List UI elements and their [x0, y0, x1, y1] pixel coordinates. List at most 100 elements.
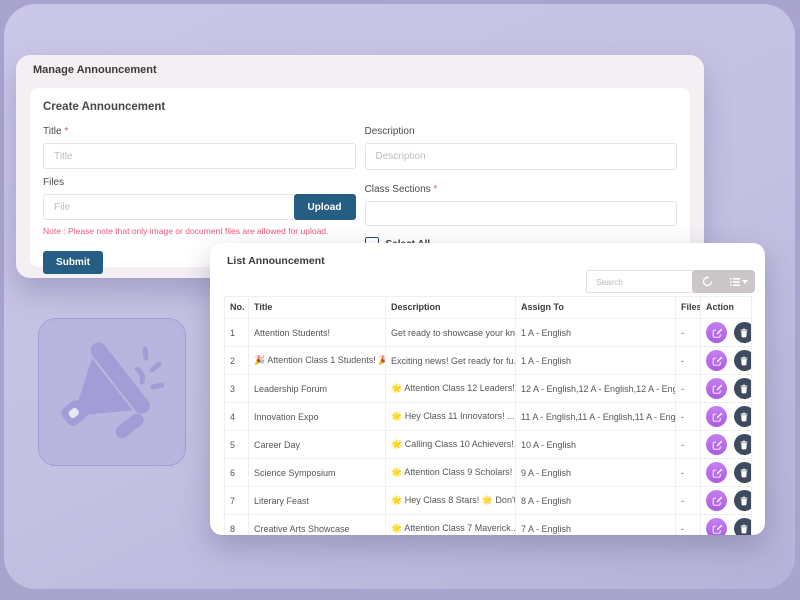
upload-button[interactable]: Upload: [294, 194, 356, 220]
list-announcement-card: List Announcement: [210, 243, 765, 535]
table-row: 4 Innovation Expo 🌟 Hey Class 11 Innovat…: [225, 403, 752, 431]
cell-description: 🌟 Hey Class 8 Stars! 🌟 Don't...: [386, 487, 516, 515]
cell-action: [701, 347, 752, 375]
cell-files: -: [676, 487, 701, 515]
column-header-title: Title: [249, 297, 386, 319]
class-sections-input[interactable]: [365, 201, 678, 226]
cell-description: 🌟 Hey Class 11 Innovators! ...: [386, 403, 516, 431]
delete-button[interactable]: [734, 434, 752, 455]
cell-assign-to: 10 A - English: [516, 431, 676, 459]
edit-pencil-icon: [712, 356, 722, 366]
columns-dropdown-button[interactable]: [724, 270, 756, 293]
required-asterisk: *: [433, 184, 437, 195]
list-card-title: List Announcement: [227, 255, 325, 267]
delete-button[interactable]: [734, 322, 752, 343]
cell-description: Exciting news! Get ready for fu...: [386, 347, 516, 375]
table-row: 3 Leadership Forum 🌟 Attention Class 12 …: [225, 375, 752, 403]
cell-description: Get ready to showcase your kn...: [386, 319, 516, 347]
cell-title: Science Symposium: [249, 459, 386, 487]
column-header-assign-to: Assign To: [516, 297, 676, 319]
trash-icon: [739, 440, 749, 450]
table-row: 5 Career Day 🌟 Calling Class 10 Achiever…: [225, 431, 752, 459]
columns-icon: [730, 277, 740, 287]
trash-icon: [739, 328, 749, 338]
delete-button[interactable]: [734, 518, 752, 535]
file-input[interactable]: [43, 194, 294, 220]
edit-button[interactable]: [706, 406, 727, 427]
table-row: 1 Attention Students! Get ready to showc…: [225, 319, 752, 347]
cell-description: 🌟 Attention Class 12 Leaders!...: [386, 375, 516, 403]
create-announcement-form: Create Announcement Title * Files: [30, 88, 690, 267]
cell-files: -: [676, 319, 701, 347]
trash-icon: [739, 384, 749, 394]
cell-files: -: [676, 431, 701, 459]
edit-button[interactable]: [706, 490, 727, 511]
edit-pencil-icon: [712, 524, 722, 534]
trash-icon: [739, 412, 749, 422]
cell-action: [701, 403, 752, 431]
cell-files: -: [676, 347, 701, 375]
table-header-row: No. Title Description Assign To Files Ac…: [225, 297, 752, 319]
cell-action: [701, 375, 752, 403]
column-header-files: Files: [676, 297, 701, 319]
required-asterisk: *: [64, 126, 68, 137]
edit-button[interactable]: [706, 434, 727, 455]
edit-button[interactable]: [706, 322, 727, 343]
cell-no: 5: [225, 431, 249, 459]
cell-action: [701, 487, 752, 515]
cell-files: -: [676, 515, 701, 536]
trash-icon: [739, 356, 749, 366]
submit-button[interactable]: Submit: [43, 251, 103, 274]
cell-description: 🌟 Calling Class 10 Achievers! ...: [386, 431, 516, 459]
cell-assign-to: 7 A - English: [516, 515, 676, 536]
cell-no: 7: [225, 487, 249, 515]
table-toolbar: [692, 270, 755, 293]
cell-title: Literary Feast: [249, 487, 386, 515]
cell-files: -: [676, 403, 701, 431]
cell-description: 🌟 Attention Class 7 Maverick...: [386, 515, 516, 536]
cell-title: Innovation Expo: [249, 403, 386, 431]
trash-icon: [739, 524, 749, 534]
edit-button[interactable]: [706, 350, 727, 371]
cell-assign-to: 1 A - English: [516, 319, 676, 347]
delete-button[interactable]: [734, 462, 752, 483]
delete-button[interactable]: [734, 350, 752, 371]
refresh-button[interactable]: [692, 270, 724, 293]
edit-button[interactable]: [706, 378, 727, 399]
cell-no: 2: [225, 347, 249, 375]
manage-card-title: Manage Announcement: [16, 55, 704, 76]
search-input[interactable]: [586, 270, 698, 293]
table-row: 6 Science Symposium 🌟 Attention Class 9 …: [225, 459, 752, 487]
delete-button[interactable]: [734, 378, 752, 399]
cell-assign-to: 9 A - English: [516, 459, 676, 487]
cell-title: Creative Arts Showcase: [249, 515, 386, 536]
cell-title: Career Day: [249, 431, 386, 459]
description-input[interactable]: [365, 143, 678, 170]
cell-no: 6: [225, 459, 249, 487]
edit-pencil-icon: [712, 468, 722, 478]
cell-assign-to: 12 A - English,12 A - English,12 A - Eng…: [516, 375, 676, 403]
cell-no: 4: [225, 403, 249, 431]
cell-action: [701, 515, 752, 536]
edit-button[interactable]: [706, 518, 727, 535]
column-header-no: No.: [225, 297, 249, 319]
column-header-action: Action: [701, 297, 752, 319]
cell-action: [701, 431, 752, 459]
cell-assign-to: 8 A - English: [516, 487, 676, 515]
description-label: Description: [365, 126, 678, 137]
announcement-table-body: 1 Attention Students! Get ready to showc…: [225, 319, 752, 536]
cell-files: -: [676, 375, 701, 403]
cell-title: Attention Students!: [249, 319, 386, 347]
delete-button[interactable]: [734, 406, 752, 427]
class-sections-label: Class Sections *: [365, 184, 678, 195]
cell-assign-to: 1 A - English: [516, 347, 676, 375]
edit-button[interactable]: [706, 462, 727, 483]
cell-title: 🎉 Attention Class 1 Students! 🎉: [249, 347, 386, 375]
upload-note: Note : Please note that only image or do…: [43, 226, 356, 236]
delete-button[interactable]: [734, 490, 752, 511]
refresh-icon: [702, 276, 713, 287]
page-background: Manage Announcement Create Announcement …: [0, 0, 800, 600]
table-row: 2 🎉 Attention Class 1 Students! 🎉 Exciti…: [225, 347, 752, 375]
trash-icon: [739, 496, 749, 506]
title-input[interactable]: [43, 143, 356, 169]
